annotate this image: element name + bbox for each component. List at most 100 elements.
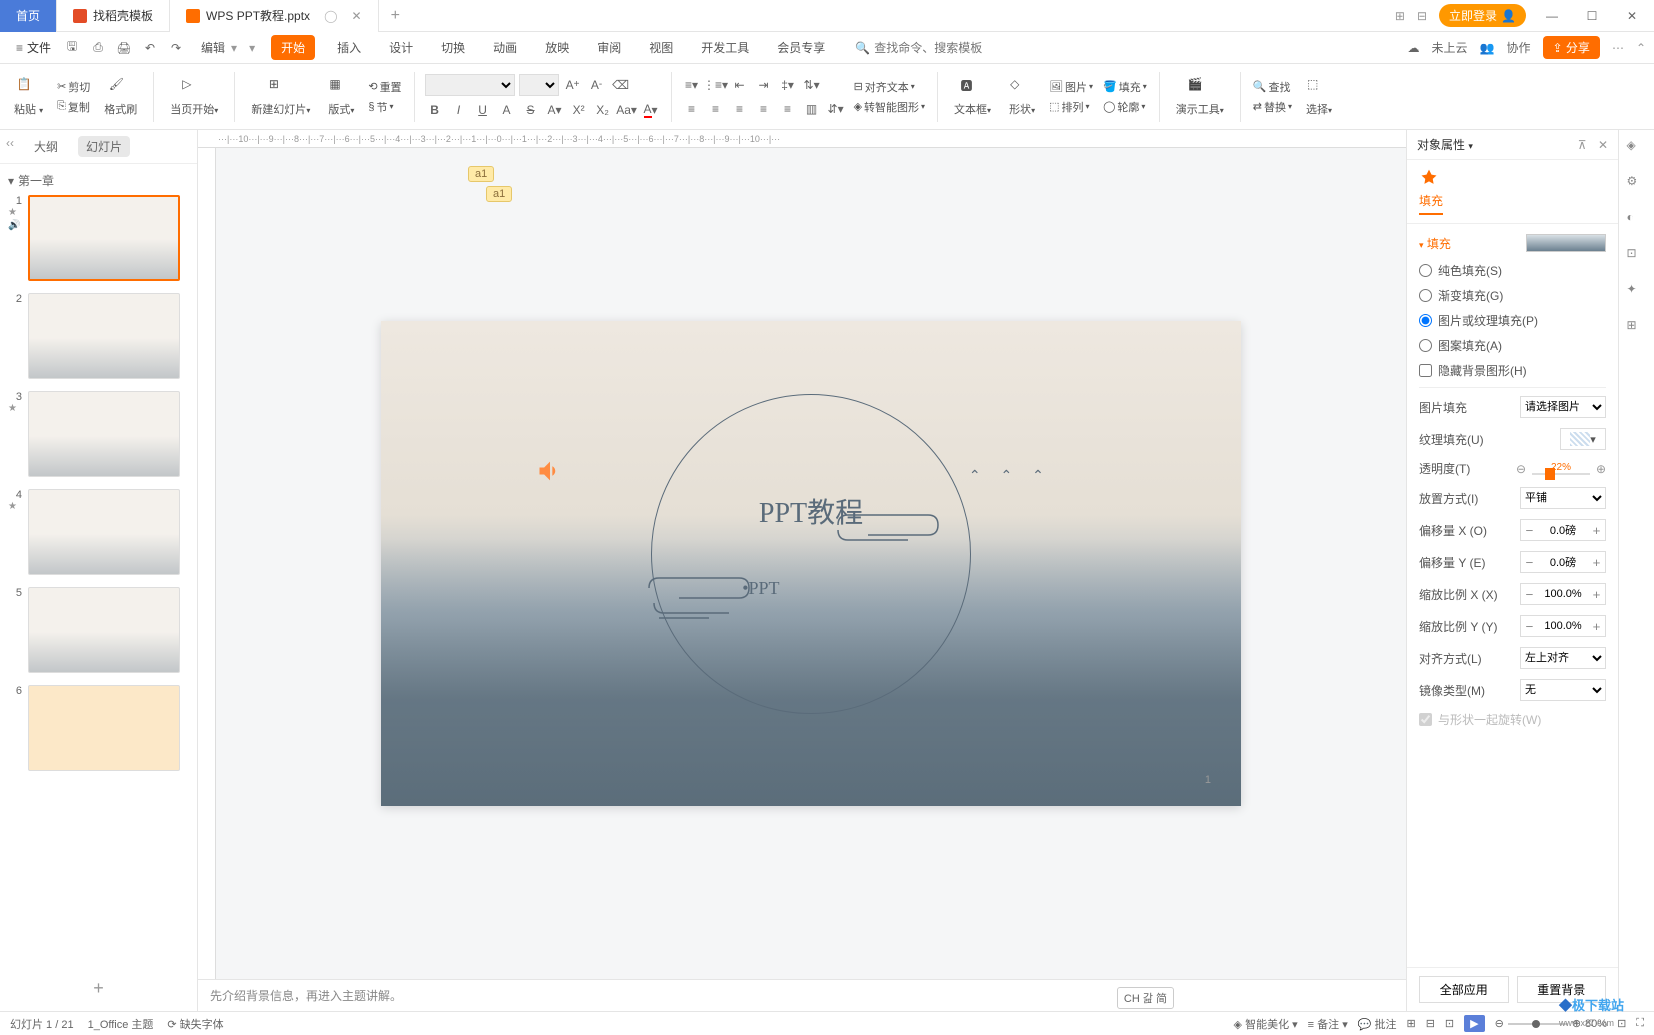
textbox-button[interactable]: 🅰 文本框▾ [948, 75, 997, 119]
close-panel-icon[interactable]: ✕ [1598, 138, 1608, 152]
close-button[interactable]: ✕ [1618, 9, 1646, 23]
image-button[interactable]: 🖼 图片▾ [1047, 78, 1095, 96]
font-family-select[interactable] [425, 74, 515, 96]
side-tool-6[interactable]: ⊞ [1627, 318, 1647, 338]
view-normal-icon[interactable]: ⊞ [1406, 1017, 1415, 1030]
minimize-button[interactable]: — [1538, 9, 1566, 23]
italic-icon[interactable]: I [449, 100, 469, 120]
side-tool-1[interactable]: ◈ [1627, 138, 1647, 158]
new-tab-button[interactable]: + [379, 7, 412, 25]
radio-solid-fill[interactable]: 纯色填充(S) [1419, 262, 1606, 279]
font-color-icon[interactable]: A▾ [641, 100, 661, 120]
slide-thumbnail-3[interactable] [28, 391, 180, 477]
line-spacing-icon[interactable]: ‡▾ [778, 75, 798, 95]
audio-object-icon[interactable] [536, 457, 564, 485]
scale-x-spinner[interactable]: −+ [1520, 583, 1606, 605]
section-button[interactable]: § 节▾ [366, 98, 403, 116]
align-left-icon[interactable]: ≡ [682, 99, 702, 119]
smart-beautify-button[interactable]: ◈ 智能美化 ▾ [1234, 1016, 1298, 1032]
ribbon-tab-start[interactable]: 开始 [271, 35, 315, 60]
ribbon-tab-slideshow[interactable]: 放映 [539, 35, 575, 60]
view-sorter-icon[interactable]: ⊟ [1426, 1017, 1435, 1030]
missing-font-warning[interactable]: ⟳ 缺失字体 [167, 1016, 223, 1032]
increase-transparency-icon[interactable]: ⊕ [1596, 462, 1606, 476]
align-right-icon[interactable]: ≡ [730, 99, 750, 119]
collab-icon[interactable]: 👥 [1480, 41, 1495, 55]
comments-toggle[interactable]: 💬 批注 [1358, 1016, 1397, 1032]
tab-close-icon[interactable]: ✕ [352, 9, 362, 23]
outline-tab[interactable]: 大纲 [26, 136, 66, 157]
fill-button[interactable]: 🪣 填充▾ [1101, 78, 1149, 96]
numbering-icon[interactable]: ⋮≡▾ [706, 75, 726, 95]
mirror-select[interactable]: 无 [1520, 679, 1606, 701]
radio-picture-fill[interactable]: 图片或纹理填充(P) [1419, 312, 1606, 329]
bullets-icon[interactable]: ≡▾ [682, 75, 702, 95]
zoom-out-icon[interactable]: ⊖ [1495, 1017, 1504, 1030]
align-text-button[interactable]: ⊟ 对齐文本▾ [852, 78, 927, 96]
reset-button[interactable]: ⟲ 重置 [366, 78, 403, 96]
add-slide-button[interactable]: + [0, 966, 197, 1011]
print-icon[interactable]: 🖨 [115, 39, 133, 57]
ribbon-tab-design[interactable]: 设计 [383, 35, 419, 60]
check-hide-bg[interactable]: 隐藏背景图形(H) [1419, 362, 1606, 379]
format-brush-button[interactable]: 🖌 格式刷 [98, 75, 143, 119]
outline-button[interactable]: ◯ 轮廓▾ [1101, 98, 1149, 116]
save-icon[interactable]: 🖫 [63, 39, 81, 57]
view-slideshow-icon[interactable]: ▶ [1464, 1015, 1484, 1032]
pin-icon[interactable]: ⊼ [1578, 138, 1587, 152]
side-tool-4[interactable]: ⊡ [1627, 246, 1647, 266]
radio-gradient-fill[interactable]: 渐变填充(G) [1419, 287, 1606, 304]
share-button[interactable]: ⇪ 分享 [1543, 36, 1600, 59]
slide-canvas[interactable]: PPT教程 •PPT ⌃ ⌃ ⌃ 1 [381, 321, 1241, 806]
superscript-icon[interactable]: X² [569, 100, 589, 120]
increase-font-icon[interactable]: A+ [563, 75, 583, 95]
decrease-indent-icon[interactable]: ⇤ [730, 75, 750, 95]
layout-mode-icon[interactable]: ⊞ [1395, 9, 1405, 23]
picture-fill-select[interactable]: 请选择图片 [1520, 396, 1606, 418]
view-reading-icon[interactable]: ⊡ [1445, 1017, 1454, 1030]
replace-button[interactable]: ⇄ 替换▾ [1251, 98, 1294, 116]
vertical-align-icon[interactable]: ⇵▾ [826, 99, 846, 119]
paste-button[interactable]: 📋 粘贴 ▾ [8, 75, 49, 119]
collapse-ribbon-icon[interactable]: ⌃ [1636, 41, 1646, 55]
ribbon-tab-review[interactable]: 审阅 [591, 35, 627, 60]
new-slide-button[interactable]: ⊞ 新建幻灯片▾ [245, 75, 316, 119]
play-from-current-button[interactable]: ▷ 当页开始▾ [164, 75, 224, 119]
font-effect-icon[interactable]: A [497, 100, 517, 120]
apply-all-button[interactable]: 全部应用 [1419, 976, 1509, 1003]
fullscreen-icon[interactable]: ⛶ [1636, 1017, 1644, 1030]
cut-button[interactable]: ✂ 剪切 [55, 78, 92, 96]
placement-select[interactable]: 平铺 [1520, 487, 1606, 509]
radio-pattern-fill[interactable]: 图案填充(A) [1419, 337, 1606, 354]
chapter-header[interactable]: ▾ 第一章 [8, 172, 189, 189]
shape-button[interactable]: ◇ 形状▾ [1003, 75, 1041, 119]
maximize-button[interactable]: ☐ [1578, 9, 1606, 23]
slides-tab[interactable]: 幻灯片 [78, 136, 130, 157]
side-tool-3[interactable]: ◐ [1627, 210, 1647, 230]
slide-thumbnail-4[interactable] [28, 489, 180, 575]
notes-toggle[interactable]: ≡ 备注 ▾ [1308, 1016, 1348, 1032]
slide-thumbnail-2[interactable] [28, 293, 180, 379]
edit-dropdown-icon[interactable]: ▾ [231, 41, 237, 55]
find-button[interactable]: 🔍 查找 [1251, 78, 1294, 96]
align-center-icon[interactable]: ≡ [706, 99, 726, 119]
comment-tag-2[interactable]: a1 [486, 186, 512, 202]
subscript-icon[interactable]: X₂ [593, 100, 613, 120]
ribbon-tab-animation[interactable]: 动画 [487, 35, 523, 60]
login-button[interactable]: 立即登录 👤 [1439, 4, 1526, 27]
text-direction-icon[interactable]: ⇅▾ [802, 75, 822, 95]
file-menu[interactable]: 文件 [27, 39, 51, 56]
more-icon[interactable]: ⋯ [1612, 41, 1624, 55]
fill-preview-swatch[interactable] [1526, 234, 1606, 252]
layout-button[interactable]: ▦ 版式▾ [322, 75, 360, 119]
comment-tag-1[interactable]: a1 [468, 166, 494, 182]
transparency-slider[interactable] [1532, 473, 1590, 475]
change-case-icon[interactable]: Aa▾ [617, 100, 637, 120]
hamburger-icon[interactable]: ≡ [16, 41, 23, 55]
slide-thumbnail-5[interactable] [28, 587, 180, 673]
command-search-input[interactable] [874, 41, 1014, 55]
font-size-select[interactable] [519, 74, 559, 96]
columns-icon[interactable]: ▥ [802, 99, 822, 119]
increase-indent-icon[interactable]: ⇥ [754, 75, 774, 95]
edit-menu[interactable]: 编辑 [201, 39, 225, 56]
